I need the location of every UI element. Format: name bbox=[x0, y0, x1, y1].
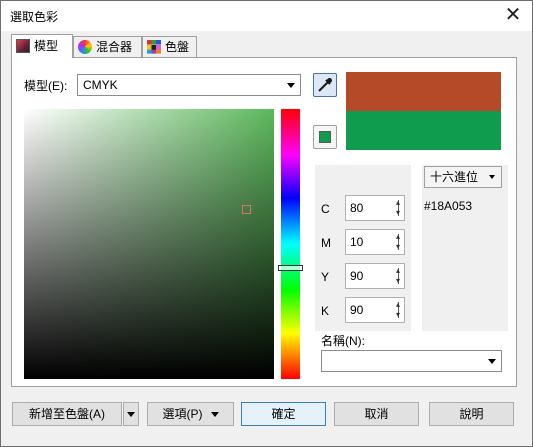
add-to-palette-button[interactable]: 新增至色盤(A) bbox=[12, 402, 122, 426]
k-input[interactable]: 90 ▴ ▾ bbox=[345, 297, 405, 323]
hex-format-dropdown[interactable]: 十六進位 bbox=[424, 166, 502, 188]
model-label: 模型(E): bbox=[24, 79, 68, 93]
mixer-icon bbox=[78, 40, 92, 54]
eyedropper-button[interactable] bbox=[313, 73, 337, 97]
k-spinner-icon[interactable]: ▴ ▾ bbox=[393, 300, 403, 320]
hex-panel bbox=[422, 165, 508, 331]
chevron-down-icon bbox=[127, 412, 135, 417]
tab-model-label: 模型 bbox=[34, 39, 59, 53]
hex-format-label: 十六進位 bbox=[430, 170, 479, 184]
m-spinner-icon[interactable]: ▴ ▾ bbox=[393, 232, 403, 252]
model-panel: 模型(E): CMYK C 80 ▴ ▾ M 10 ▴ ▾ Y 90 ▴ ▾ K… bbox=[11, 57, 517, 387]
ok-label: 確定 bbox=[271, 407, 296, 421]
title-bar: 選取色彩 ✕ bbox=[1, 1, 532, 31]
model-icon bbox=[16, 39, 30, 53]
y-label: Y bbox=[321, 270, 330, 284]
color-swatch-button[interactable] bbox=[313, 125, 337, 149]
model-select[interactable]: CMYK bbox=[77, 74, 301, 96]
model-select-value: CMYK bbox=[83, 78, 118, 92]
reference-color-preview bbox=[346, 72, 501, 111]
new-color-preview bbox=[346, 111, 501, 150]
name-label: 名稱(N): bbox=[321, 334, 365, 348]
k-value: 90 bbox=[350, 303, 364, 317]
m-value: 10 bbox=[350, 235, 364, 249]
help-label: 說明 bbox=[459, 407, 484, 421]
chevron-down-icon bbox=[210, 412, 219, 417]
help-button[interactable]: 說明 bbox=[429, 402, 514, 426]
hue-slider-handle[interactable] bbox=[278, 265, 303, 271]
c-value: 80 bbox=[350, 201, 364, 215]
cancel-label: 取消 bbox=[364, 407, 389, 421]
options-label: 選項(P) bbox=[162, 407, 203, 421]
k-label: K bbox=[321, 304, 330, 318]
y-spinner-icon[interactable]: ▴ ▾ bbox=[393, 266, 403, 286]
c-input[interactable]: 80 ▴ ▾ bbox=[345, 195, 405, 221]
tab-mixer[interactable]: 混合器 bbox=[73, 36, 142, 58]
tab-palette-label: 色盤 bbox=[165, 40, 190, 54]
hue-slider[interactable] bbox=[281, 109, 300, 379]
dialog-title: 選取色彩 bbox=[10, 10, 59, 24]
options-button[interactable]: 選項(P) bbox=[147, 402, 234, 426]
tab-model[interactable]: 模型 bbox=[11, 34, 73, 58]
y-value: 90 bbox=[350, 269, 364, 283]
add-to-palette-dropdown[interactable] bbox=[123, 402, 139, 426]
select-color-dialog: 選取色彩 ✕ 模型 混合器 色盤 模型(E): CMYK C 80 ▴ ▾ M … bbox=[0, 0, 533, 447]
m-label: M bbox=[321, 236, 331, 250]
hex-value: #18A053 bbox=[424, 199, 473, 213]
ok-button[interactable]: 確定 bbox=[241, 402, 326, 426]
add-to-palette-label: 新增至色盤(A) bbox=[29, 407, 105, 421]
close-icon[interactable]: ✕ bbox=[502, 4, 524, 25]
tab-palette[interactable]: 色盤 bbox=[142, 36, 197, 58]
chevron-down-icon bbox=[287, 83, 295, 88]
y-input[interactable]: 90 ▴ ▾ bbox=[345, 263, 405, 289]
c-label: C bbox=[321, 202, 330, 216]
chevron-down-icon bbox=[489, 175, 495, 179]
color-picker-area[interactable] bbox=[24, 109, 274, 379]
palette-icon bbox=[147, 40, 161, 54]
eyedropper-icon bbox=[318, 78, 332, 92]
picker-marker[interactable] bbox=[242, 205, 251, 214]
chevron-down-icon bbox=[488, 359, 496, 364]
swatch-icon bbox=[319, 131, 331, 143]
c-spinner-icon[interactable]: ▴ ▾ bbox=[393, 198, 403, 218]
m-input[interactable]: 10 ▴ ▾ bbox=[345, 229, 405, 255]
tab-mixer-label: 混合器 bbox=[96, 40, 133, 54]
name-input[interactable] bbox=[321, 350, 502, 372]
cancel-button[interactable]: 取消 bbox=[334, 402, 419, 426]
